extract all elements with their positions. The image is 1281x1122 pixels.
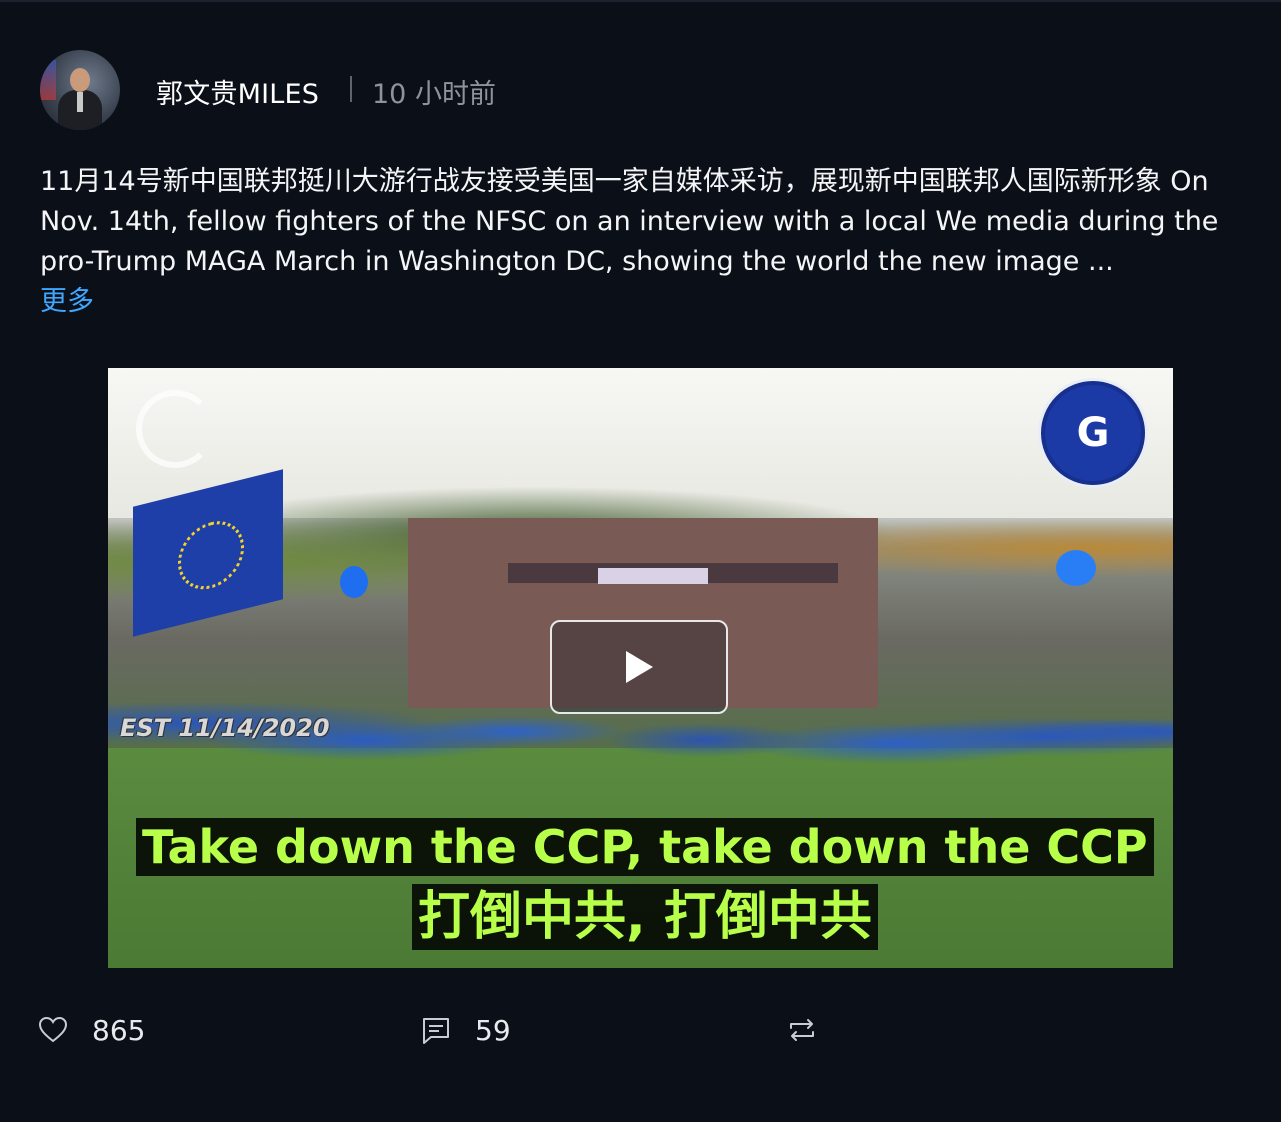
subtitle-chinese: 打倒中共, 打倒中共 — [412, 884, 878, 950]
more-link[interactable]: 更多 — [40, 282, 94, 322]
post-card: 郭文贵MILES 10 小时前 11月14号新中国联邦挺川大游行战友接受美国一家… — [0, 0, 1281, 1122]
comment-count: 59 — [475, 1013, 511, 1047]
watermark-logo — [136, 390, 214, 468]
like-button[interactable]: 865 — [38, 1010, 145, 1050]
avatar-tie — [77, 92, 83, 112]
video-player[interactable]: G EST 11/14/2020 Take down the CCP, take… — [108, 368, 1173, 968]
video-balloon — [1056, 550, 1096, 586]
video-date-stamp: EST 11/14/2020 — [120, 714, 330, 742]
author-name[interactable]: 郭文贵MILES — [156, 72, 319, 111]
play-icon — [626, 651, 653, 683]
video-balloon — [340, 566, 368, 598]
g-translators-badge: G — [1038, 378, 1148, 488]
heart-icon — [38, 1016, 68, 1043]
header-separator — [350, 76, 352, 102]
repost-icon — [790, 1019, 814, 1041]
video-stage-banner — [598, 568, 708, 584]
avatar[interactable] — [40, 50, 120, 130]
comment-icon — [423, 1018, 449, 1044]
avatar-head — [70, 68, 90, 92]
avatar-flag — [40, 60, 56, 100]
post-time: 10 小时前 — [372, 79, 496, 110]
badge-letter: G — [1076, 410, 1110, 456]
post-content: 11月14号新中国联邦挺川大游行战友接受美国一家自媒体采访，展现新中国联邦人国际… — [40, 166, 1219, 277]
like-count: 865 — [92, 1013, 146, 1047]
play-button[interactable] — [550, 620, 728, 714]
comment-button[interactable]: 59 — [421, 1010, 511, 1050]
repost-button[interactable] — [787, 1010, 817, 1050]
subtitle-english: Take down the CCP, take down the CCP — [136, 818, 1154, 876]
